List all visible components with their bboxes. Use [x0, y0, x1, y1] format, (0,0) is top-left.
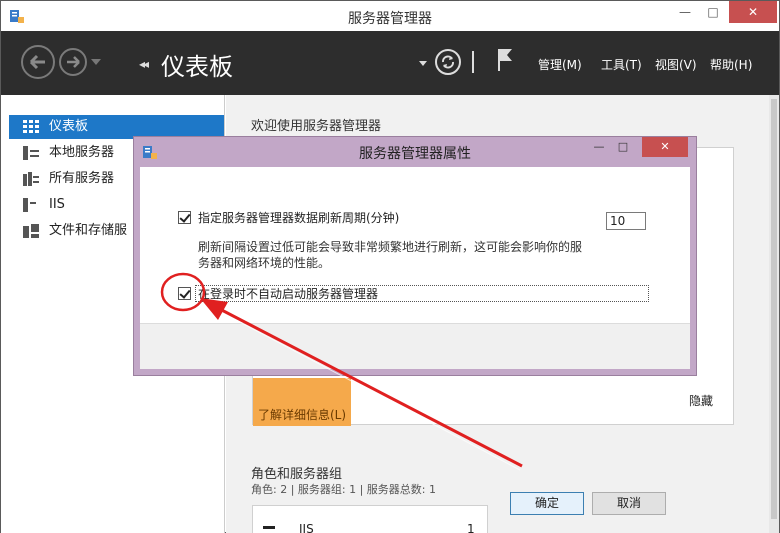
dialog-minimize-button[interactable]: —	[588, 137, 610, 157]
sidebar-item-label: 仪表板	[49, 119, 89, 134]
refresh-period-checkbox[interactable]	[178, 211, 191, 224]
properties-dialog: 服务器管理器属性 — □ ✕ 指定服务器管理器数据刷新周期(分钟) 10 刷新间…	[133, 136, 697, 515]
menu-tools[interactable]: 工具(T)	[601, 56, 642, 73]
dialog-body: 指定服务器管理器数据刷新周期(分钟) 10 刷新间隔设置过低可能会导致非常频繁地…	[140, 167, 690, 515]
refresh-interval-input[interactable]: 10	[606, 212, 646, 230]
title-bar: 服务器管理器 — □ ✕	[1, 1, 779, 31]
breadcrumb-arrows-icon: ◂◂	[139, 57, 149, 71]
main-scrollbar[interactable]	[769, 95, 779, 533]
refresh-icon	[442, 55, 454, 69]
refresh-period-label[interactable]: 指定服务器管理器数据刷新周期(分钟)	[198, 209, 399, 226]
forward-arrow-icon	[67, 56, 80, 68]
scrollbar-thumb[interactable]	[771, 99, 777, 519]
dark-header-bar: ◂◂ 仪表板 管理(M) 工具(T) 视图(V) 帮助(H)	[1, 31, 779, 95]
storage-icon	[23, 224, 39, 238]
role-tile-iis[interactable]: IIS 1	[252, 505, 488, 533]
role-tile-count: 1	[467, 522, 475, 533]
dashboard-grid-icon	[23, 120, 39, 133]
sidebar-item-label: IIS	[49, 197, 65, 212]
server-icon	[23, 146, 39, 160]
header-dropdown-icon[interactable]	[419, 61, 427, 66]
learn-more-tile[interactable]: 了解详细信息(L)	[253, 378, 351, 426]
header-separator	[472, 51, 474, 73]
maximize-button[interactable]: □	[699, 1, 727, 23]
no-autostart-checkbox[interactable]	[178, 287, 191, 300]
sidebar-item-label: 所有服务器	[49, 171, 115, 186]
role-tile-name: IIS	[299, 522, 314, 533]
iis-server-icon	[23, 198, 36, 212]
hide-link[interactable]: 隐藏	[689, 392, 713, 409]
menu-manage[interactable]: 管理(M)	[538, 56, 582, 73]
servers-icon	[23, 172, 39, 186]
dialog-maximize-button[interactable]: □	[612, 137, 634, 157]
menu-help[interactable]: 帮助(H)	[710, 56, 752, 73]
page-title: 仪表板	[161, 53, 233, 81]
cancel-button[interactable]: 取消	[592, 492, 666, 515]
role-tile-icon	[263, 526, 275, 529]
roles-heading: 角色和服务器组	[251, 467, 343, 482]
ok-button[interactable]: 确定	[510, 492, 584, 515]
minimize-button[interactable]: —	[671, 1, 699, 23]
refresh-warning-text: 刷新间隔设置过低可能会导致非常频繁地进行刷新，这可能会影响你的服务器和网络环境的…	[198, 240, 583, 270]
roles-summary: 角色: 2 | 服务器组: 1 | 服务器总数: 1	[251, 483, 437, 496]
notifications-flag-icon[interactable]	[495, 47, 515, 73]
dialog-footer: 确定 取消	[140, 323, 690, 515]
forward-button[interactable]	[59, 48, 87, 76]
learn-more-link[interactable]: 了解详细信息(L)	[258, 406, 346, 423]
back-arrow-icon	[29, 54, 45, 70]
menu-view[interactable]: 视图(V)	[655, 56, 697, 73]
back-button[interactable]	[21, 45, 55, 79]
window-title: 服务器管理器	[348, 11, 432, 27]
sidebar-item-label: 文件和存储服	[49, 223, 128, 238]
close-button[interactable]: ✕	[729, 1, 777, 23]
no-autostart-label[interactable]: 在登录时不自动启动服务器管理器	[198, 285, 378, 302]
sidebar-item-label: 本地服务器	[49, 145, 115, 160]
dialog-close-button[interactable]: ✕	[642, 137, 688, 157]
history-dropdown-icon[interactable]	[91, 59, 101, 65]
refresh-button[interactable]	[435, 49, 461, 75]
welcome-heading: 欢迎使用服务器管理器	[251, 119, 382, 134]
